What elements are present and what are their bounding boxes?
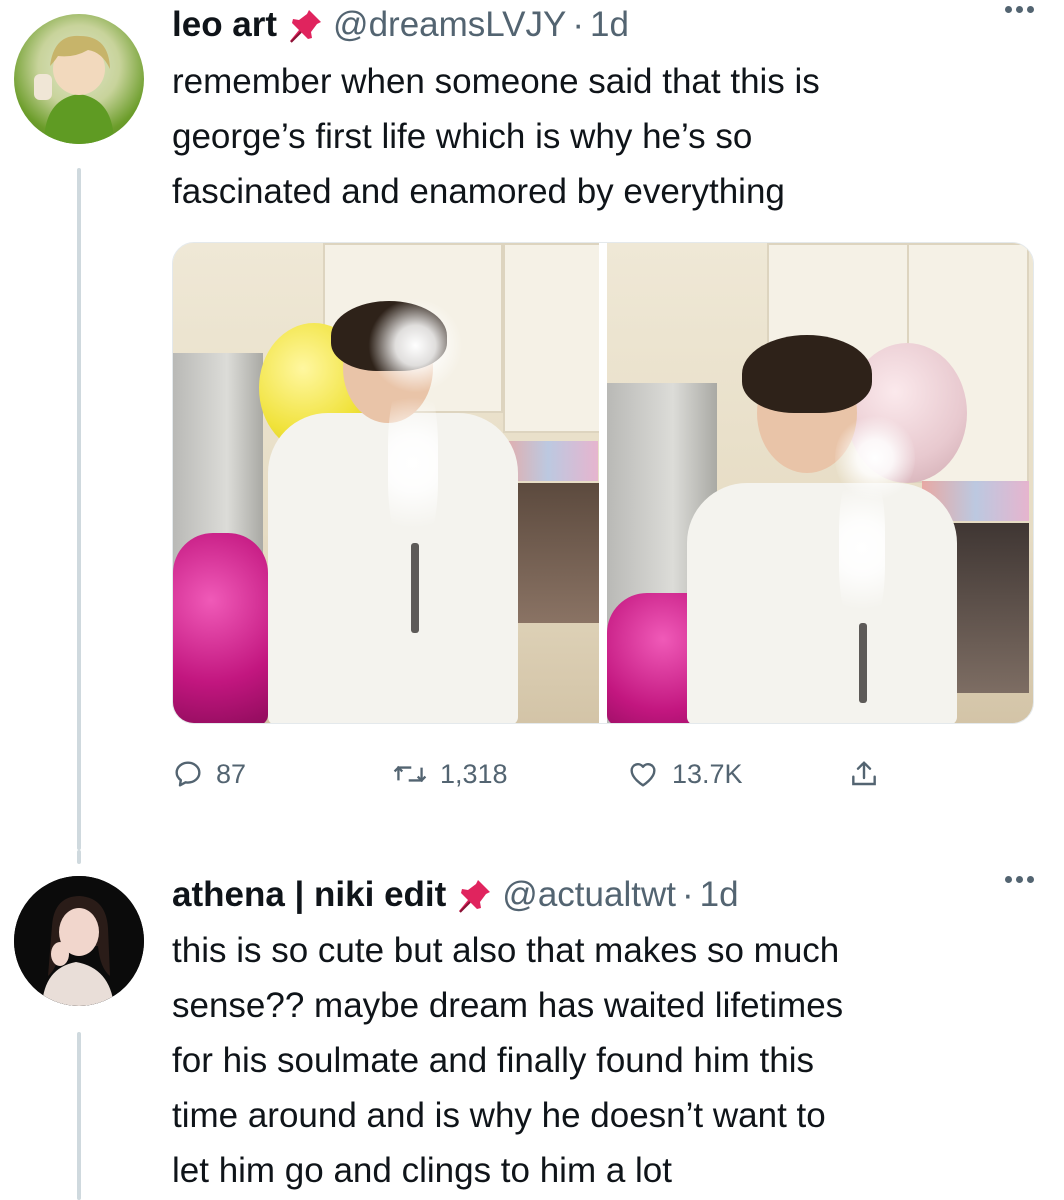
heart-icon <box>630 763 656 787</box>
avatar-column <box>14 876 144 1006</box>
share-icon <box>852 761 876 786</box>
reply-count: 87 <box>216 758 247 789</box>
timestamp[interactable]: 1d <box>590 5 629 45</box>
tweet-leo-art[interactable]: leo art @dreamsLVJY · 1d remember when s… <box>0 0 1064 850</box>
tweet-media[interactable] <box>172 242 1034 724</box>
pushpin-icon <box>287 6 325 44</box>
tweet-header: athena | niki edit @actualtwt · 1d <box>172 868 1034 922</box>
tweet-text: remember when someone said that this is … <box>172 62 820 211</box>
display-name[interactable]: athena | niki edit <box>172 875 446 915</box>
retweet-count: 1,318 <box>440 758 508 789</box>
retweet-icon <box>393 765 427 783</box>
tweet-athena[interactable]: athena | niki edit @actualtwt · 1d this … <box>0 850 1064 1200</box>
thread-line <box>77 168 81 850</box>
avatar-illustration <box>34 35 114 144</box>
tweet-body: leo art @dreamsLVJY · 1d remember when s… <box>172 0 1034 219</box>
reply-button[interactable]: 87 <box>172 758 246 790</box>
tweet-header: leo art @dreamsLVJY · 1d <box>172 0 1034 52</box>
timestamp[interactable]: 1d <box>700 875 739 915</box>
more-icon[interactable] <box>1005 876 1034 883</box>
tweet-body: athena | niki edit @actualtwt · 1d this … <box>172 868 1034 1198</box>
handle[interactable]: @dreamsLVJY <box>333 5 566 45</box>
thread-line-top <box>77 850 81 864</box>
retweet-button[interactable]: 1,318 <box>392 758 508 790</box>
tweet-text: this is so cute but also that makes so m… <box>172 931 844 1190</box>
separator: · <box>572 5 584 44</box>
like-button[interactable]: 13.7K <box>626 758 743 790</box>
share-button[interactable] <box>848 757 880 791</box>
avatar[interactable] <box>14 14 144 144</box>
reply-icon <box>175 761 201 787</box>
media-photo-left[interactable] <box>173 243 599 723</box>
avatar[interactable] <box>14 876 144 1006</box>
separator: · <box>681 875 694 914</box>
avatar-illustration <box>14 876 144 1006</box>
more-icon[interactable] <box>1005 6 1034 13</box>
avatar-column <box>14 14 144 144</box>
pushpin-icon <box>456 876 494 914</box>
like-count: 13.7K <box>672 758 743 789</box>
media-photo-right[interactable] <box>607 243 1033 723</box>
display-name[interactable]: leo art <box>172 5 277 45</box>
handle[interactable]: @actualtwt <box>502 875 676 915</box>
thread-line <box>77 1032 81 1200</box>
